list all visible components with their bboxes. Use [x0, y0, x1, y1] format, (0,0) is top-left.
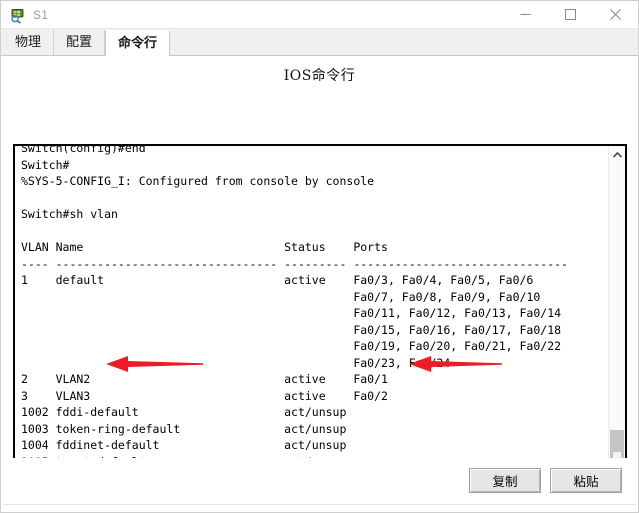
window-title: S1: [33, 7, 49, 22]
maximize-icon[interactable]: [548, 1, 593, 28]
terminal-text: Switch(config)#end Switch# %SYS-5-CONFIG…: [21, 146, 568, 502]
switch-device-icon: [9, 6, 27, 24]
window-controls: [503, 1, 638, 28]
minimize-icon[interactable]: [503, 1, 548, 28]
close-icon[interactable]: [593, 1, 638, 28]
terminal-scrollbar[interactable]: [608, 146, 625, 504]
copy-button[interactable]: 复制: [469, 468, 541, 493]
device-config-window: S1 物理 配置 命令行 IOS命令行 Switch(config)#end S…: [0, 0, 639, 513]
tab-bar: 物理 配置 命令行: [1, 29, 638, 56]
tab-cli[interactable]: 命令行: [105, 30, 171, 56]
chevron-up-icon[interactable]: [609, 146, 625, 163]
footer-divider: [3, 504, 636, 505]
footer-buttons: 复制 粘贴: [469, 468, 622, 493]
tab-physical[interactable]: 物理: [3, 30, 55, 55]
cli-panel: IOS命令行 Switch(config)#end Switch# %SYS-5…: [1, 56, 638, 512]
tab-config[interactable]: 配置: [54, 30, 106, 55]
footer-bar: 复制 粘贴: [1, 458, 638, 512]
terminal-output[interactable]: Switch(config)#end Switch# %SYS-5-CONFIG…: [15, 146, 608, 504]
terminal-container: Switch(config)#end Switch# %SYS-5-CONFIG…: [13, 144, 627, 506]
title-bar: S1: [1, 1, 638, 29]
panel-title: IOS命令行: [283, 68, 356, 84]
paste-button[interactable]: 粘贴: [550, 468, 622, 493]
